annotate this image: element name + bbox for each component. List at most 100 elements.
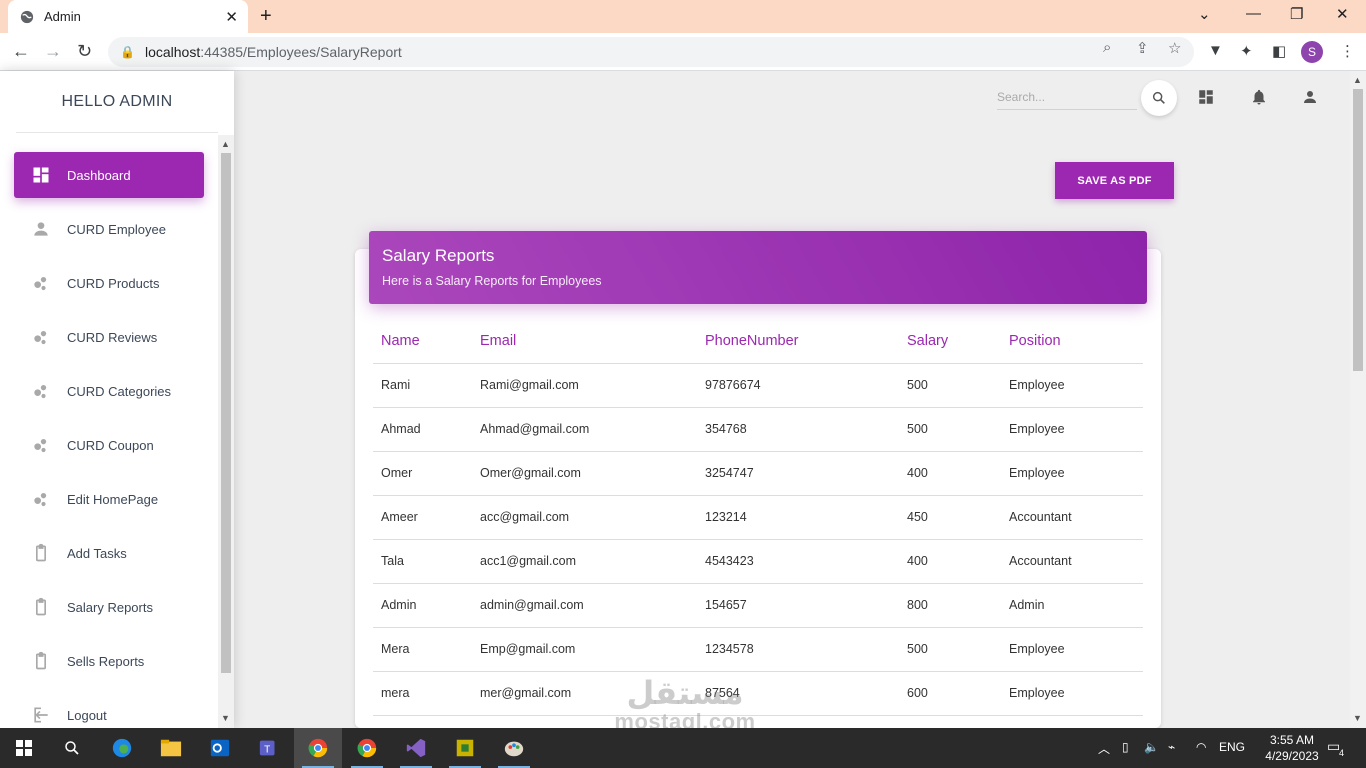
sidebar-item-sells-reports[interactable]: Sells Reports bbox=[14, 638, 204, 684]
restore-icon[interactable]: ❐ bbox=[1290, 5, 1303, 23]
person-icon bbox=[30, 218, 52, 240]
sidebar-item-curd-reviews[interactable]: CURD Reviews bbox=[14, 314, 204, 360]
bookmark-star-icon[interactable]: ☆ bbox=[1168, 39, 1181, 57]
column-header-salary: Salary bbox=[899, 319, 1001, 364]
dashboard-icon[interactable] bbox=[1197, 88, 1215, 106]
sidebar-item-salary-reports[interactable]: Salary Reports bbox=[14, 584, 204, 630]
person-icon[interactable] bbox=[1301, 88, 1319, 106]
table-cell-salary: 400 bbox=[899, 539, 1001, 584]
table-row: Admin admin@gmail.com 154657 800 Admin bbox=[373, 583, 1143, 628]
reload-icon[interactable]: ↻ bbox=[77, 41, 92, 61]
table-cell-salary: 800 bbox=[899, 583, 1001, 628]
tray-chevron-up-icon[interactable]: ︿ bbox=[1098, 740, 1110, 757]
sidebar-item-edit-homepage[interactable]: Edit HomePage bbox=[14, 476, 204, 522]
sidebar-brand: HELLO ADMIN bbox=[16, 71, 218, 133]
column-header-phonenumber: PhoneNumber bbox=[697, 319, 899, 364]
sidebar-scrollbar[interactable]: ▲ ▼ bbox=[218, 135, 234, 728]
share-icon[interactable]: ⇪ bbox=[1136, 39, 1149, 57]
outlook-icon[interactable] bbox=[196, 728, 244, 768]
scroll-down-icon[interactable]: ▼ bbox=[221, 713, 230, 723]
windows-taskbar: T ︿ ▯ 🔈 ⌁ ◠ ENG 3:55 AM 4/29/2023 ▭ 4 bbox=[0, 728, 1366, 768]
close-tab-icon[interactable]: ✕ bbox=[225, 8, 238, 26]
sidebar-item-curd-products[interactable]: CURD Products bbox=[14, 260, 204, 306]
extension-v-icon[interactable]: ▼ bbox=[1208, 42, 1223, 59]
table-cell-email: acc@gmail.com bbox=[472, 495, 697, 540]
sidebar-item-label: Salary Reports bbox=[67, 599, 153, 615]
table-cell-name: mera bbox=[373, 671, 472, 716]
profile-avatar[interactable]: S bbox=[1301, 41, 1323, 63]
save-as-pdf-button[interactable]: SAVE AS PDF bbox=[1055, 162, 1174, 199]
file-explorer-icon[interactable] bbox=[147, 728, 195, 768]
minimize-icon[interactable]: — bbox=[1246, 5, 1261, 22]
edge-icon[interactable] bbox=[98, 728, 146, 768]
back-arrow-icon[interactable]: ← bbox=[12, 41, 30, 61]
search-input[interactable] bbox=[997, 84, 1137, 110]
table-cell-phonenumber: 3254747 bbox=[697, 451, 899, 496]
new-tab-icon[interactable]: + bbox=[260, 5, 272, 27]
table-cell-position: Admin bbox=[1001, 583, 1143, 628]
browser-tab[interactable]: Admin ✕ bbox=[8, 0, 248, 33]
sidebar-item-label: CURD Categories bbox=[67, 383, 172, 399]
table-cell-name: Omer bbox=[373, 451, 472, 496]
bubble-chart-icon bbox=[30, 434, 52, 456]
page-scroll-down-icon[interactable]: ▼ bbox=[1353, 713, 1362, 723]
sidebar-item-add-tasks[interactable]: Add Tasks bbox=[14, 530, 204, 576]
address-bar[interactable]: 🔒 localhost:44385/Employees/SalaryReport bbox=[108, 37, 1194, 67]
card-subtitle: Here is a Salary Reports for Employees bbox=[382, 274, 602, 288]
zoom-icon[interactable]: ⌕ bbox=[1103, 39, 1111, 56]
sidebar-item-dashboard[interactable]: Dashboard bbox=[14, 152, 204, 198]
card-header: Salary Reports Here is a Salary Reports … bbox=[369, 231, 1147, 304]
more-menu-icon[interactable]: ⋮ bbox=[1340, 42, 1355, 60]
forward-arrow-icon[interactable]: → bbox=[44, 41, 62, 61]
watermark: مستقل mostaql.com bbox=[600, 675, 770, 733]
page-scrollbar[interactable]: ▲ ▼ bbox=[1350, 71, 1366, 728]
search-button[interactable] bbox=[1141, 80, 1177, 116]
wifi-icon[interactable]: ◠ bbox=[1196, 740, 1206, 754]
sidebar-item-curd-coupon[interactable]: CURD Coupon bbox=[14, 422, 204, 468]
salary-report-card: Name Email PhoneNumber Salary Position Rami R… bbox=[355, 249, 1161, 728]
system-clock[interactable]: 3:55 AM 4/29/2023 bbox=[1258, 732, 1326, 764]
table-cell-salary: 500 bbox=[899, 407, 1001, 452]
volume-icon[interactable]: 🔈 bbox=[1144, 740, 1159, 754]
table-cell-name: Ameer bbox=[373, 495, 472, 540]
sidebar-scroll-thumb[interactable] bbox=[221, 153, 231, 673]
sidebar-item-curd-categories[interactable]: CURD Categories bbox=[14, 368, 204, 414]
svg-text:T: T bbox=[264, 745, 270, 756]
language-indicator[interactable]: ENG bbox=[1219, 740, 1245, 754]
close-window-icon[interactable]: ✕ bbox=[1336, 5, 1349, 23]
table-cell-phonenumber: 97876674 bbox=[697, 363, 899, 408]
tab-title: Admin bbox=[44, 9, 81, 24]
page-scroll-up-icon[interactable]: ▲ bbox=[1353, 75, 1362, 85]
table-row: Ameer acc@gmail.com 123214 450 Accountant bbox=[373, 495, 1143, 540]
sidebar-item-curd-employee[interactable]: CURD Employee bbox=[14, 206, 204, 252]
sidebar-item-label: Logout bbox=[67, 707, 107, 723]
network-icon[interactable]: ⌁ bbox=[1168, 740, 1175, 754]
battery-icon[interactable]: ▯ bbox=[1122, 740, 1129, 754]
scroll-up-icon[interactable]: ▲ bbox=[221, 139, 230, 149]
visual-studio-icon[interactable] bbox=[392, 728, 440, 768]
teams-icon[interactable]: T bbox=[245, 728, 293, 768]
taskbar-search-icon[interactable] bbox=[48, 728, 96, 768]
sidebar-item-logout[interactable]: Logout bbox=[14, 692, 204, 728]
table-cell-position: Employee bbox=[1001, 451, 1143, 496]
table-cell-email: admin@gmail.com bbox=[472, 583, 697, 628]
logout-icon bbox=[30, 704, 52, 726]
table-cell-email: Omer@gmail.com bbox=[472, 451, 697, 496]
table-cell-name: Rami bbox=[373, 363, 472, 408]
table-row: Tala acc1@gmail.com 4543423 400 Accountant bbox=[373, 539, 1143, 584]
app-icon[interactable] bbox=[441, 728, 489, 768]
notifications-icon[interactable] bbox=[1250, 88, 1268, 106]
bubble-chart-icon bbox=[30, 380, 52, 402]
table-cell-email: Rami@gmail.com bbox=[472, 363, 697, 408]
chevron-down-icon[interactable]: ⌄ bbox=[1198, 5, 1211, 23]
sidebar-item-label: Dashboard bbox=[67, 167, 131, 183]
chrome-icon[interactable] bbox=[294, 728, 342, 768]
side-panel-icon[interactable]: ◧ bbox=[1272, 42, 1286, 60]
paint-icon[interactable] bbox=[490, 728, 538, 768]
page-scroll-thumb[interactable] bbox=[1353, 89, 1363, 371]
puzzle-icon[interactable]: ✦ bbox=[1240, 42, 1253, 60]
windows-start-icon[interactable] bbox=[0, 728, 48, 768]
chrome-secondary-icon[interactable] bbox=[343, 728, 391, 768]
sidebar: HELLO ADMIN Dashboard CURD Employee CURD P… bbox=[0, 71, 234, 728]
table-cell-email: acc1@gmail.com bbox=[472, 539, 697, 584]
